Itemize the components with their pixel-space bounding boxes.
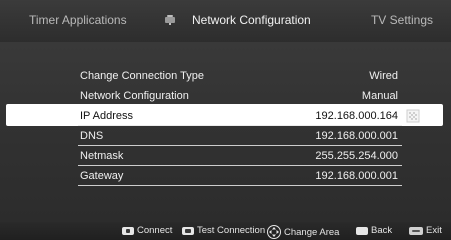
settings-list: Change Connection Type Wired Network Con…	[78, 66, 420, 186]
top-tabs: Timer Applications Network Configuration…	[0, 0, 451, 42]
edit-cursor-icon	[406, 109, 420, 123]
setting-dns[interactable]: DNS 192.168.000.001	[78, 126, 402, 146]
help-bar: Connect Test Connection Change Area Back	[0, 222, 451, 240]
setting-label: Network Configuration	[80, 90, 189, 102]
setting-value: 255.255.254.000	[315, 150, 398, 162]
setting-value: Wired	[369, 70, 398, 82]
setting-label: IP Address	[80, 110, 133, 122]
tab-timer-applications[interactable]: Timer Applications	[29, 13, 127, 27]
network-icon	[164, 14, 176, 26]
test-connection-hint[interactable]: Test Connection	[182, 225, 265, 236]
connect-hint[interactable]: Connect	[122, 225, 172, 236]
tab-tv-settings[interactable]: TV Settings	[371, 13, 433, 27]
network-configuration-screen: Timer Applications Network Configuration…	[0, 0, 451, 240]
setting-change-connection-type[interactable]: Change Connection Type Wired	[78, 66, 402, 86]
tab-network-configuration-label: Network Configuration	[192, 13, 311, 27]
tab-timer-applications-label: Timer Applications	[29, 13, 127, 27]
back-label: Back	[371, 225, 393, 236]
connect-key-icon	[122, 226, 134, 235]
exit-key-icon	[409, 226, 423, 235]
test-connection-label: Test Connection	[197, 225, 266, 236]
back-key-icon	[356, 226, 368, 235]
change-area-label: Change Area	[284, 226, 340, 238]
dpad-icon	[267, 225, 281, 239]
setting-label: DNS	[80, 130, 104, 142]
back-hint[interactable]: Back	[356, 225, 392, 236]
setting-ip-address[interactable]: IP Address 192.168.000.164	[78, 106, 420, 126]
setting-value: 192.168.000.164	[315, 110, 398, 122]
setting-value: Manual	[361, 90, 398, 102]
exit-label: Exit	[426, 225, 442, 236]
exit-hint[interactable]: Exit	[409, 225, 442, 236]
connect-label: Connect	[137, 225, 173, 236]
setting-gateway[interactable]: Gateway 192.168.000.001	[78, 166, 402, 186]
setting-label: Change Connection Type	[80, 70, 204, 82]
setting-netmask[interactable]: Netmask 255.255.254.000	[78, 146, 402, 166]
change-area-hint[interactable]: Change Area	[267, 225, 339, 239]
tab-tv-settings-label: TV Settings	[370, 13, 433, 27]
test-connection-key-icon	[182, 226, 194, 235]
setting-network-configuration[interactable]: Network Configuration Manual	[78, 86, 402, 106]
setting-label: Netmask	[80, 150, 124, 162]
tab-network-configuration[interactable]: Network Configuration	[164, 13, 311, 27]
setting-value: 192.168.000.001	[315, 130, 398, 142]
setting-value: 192.168.000.001	[315, 170, 398, 182]
setting-label: Gateway	[80, 170, 124, 182]
